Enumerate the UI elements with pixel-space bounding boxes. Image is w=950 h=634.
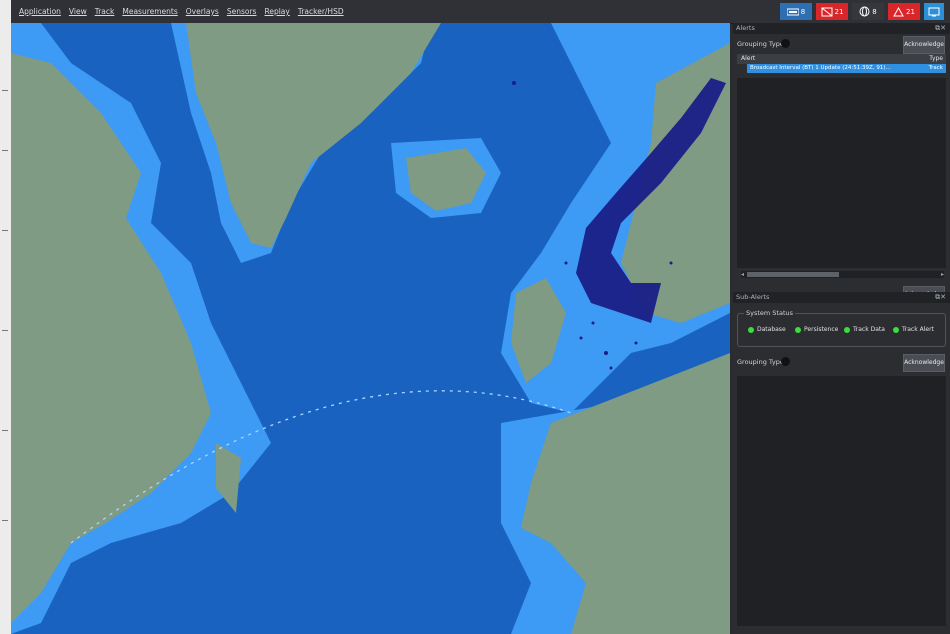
acknowledge-all-button[interactable]: Acknowledge [903, 354, 945, 372]
menu-application[interactable]: Application [19, 7, 61, 16]
menu-overlays[interactable]: Overlays [186, 7, 219, 16]
alerts-table-header: Alert Type [737, 54, 946, 64]
menu-sensors[interactable]: Sensors [227, 7, 257, 16]
signal-count: 8 [800, 7, 806, 16]
close-icon[interactable]: ⧉✕ [935, 292, 946, 303]
alerts-panel-header: Alerts ⧉✕ [733, 23, 950, 34]
left-edge-strip [0, 0, 11, 634]
alert-count: 21 [834, 7, 844, 16]
monitor-icon [928, 7, 940, 16]
warning-count: 21 [906, 7, 915, 16]
globe-status-button[interactable]: 8 [852, 3, 884, 20]
signal-icon [786, 8, 799, 16]
alert-row[interactable]: Broadcast Interval (BT) 1 Update (24:51:… [747, 64, 946, 73]
track-alert-indicator: Track Alert [893, 326, 934, 333]
system-status-box: System Status Database Persistence Track… [737, 309, 946, 347]
system-panel-header: Sub-Alerts ⧉✕ [733, 292, 950, 303]
alerts-table-body [737, 78, 946, 268]
map-view[interactable] [11, 23, 730, 634]
close-icon[interactable]: ⧉✕ [935, 23, 946, 34]
scroll-right-icon[interactable]: ▸ [941, 271, 944, 278]
menu-measurements[interactable]: Measurements [122, 7, 177, 16]
system-status-title: System Status [744, 309, 796, 317]
alert-row-text: Broadcast Interval (BT) 1 Update (24:51:… [750, 65, 891, 71]
indicator-label: Track Data [853, 326, 885, 333]
signal-status-button[interactable]: 8 [780, 3, 812, 20]
strip-tick [2, 520, 8, 521]
map-canvas[interactable] [11, 23, 730, 634]
alert-status-button[interactable]: 21 [816, 3, 848, 20]
status-led-icon [844, 326, 850, 333]
menu-track[interactable]: Track [95, 7, 115, 16]
strip-tick [2, 430, 8, 431]
menu-tracker-hsd[interactable]: Tracker/HSD [298, 7, 344, 16]
scroll-left-icon[interactable]: ◂ [741, 271, 744, 278]
globe-count: 8 [872, 7, 877, 16]
scrollbar-thumb[interactable] [747, 272, 839, 277]
strip-tick [2, 230, 8, 231]
status-led-icon [795, 326, 801, 333]
system-panel: Sub-Alerts ⧉✕ System Status Database Per… [733, 292, 950, 634]
indicator-label: Database [757, 326, 786, 333]
alert-column-header[interactable]: Alert [741, 55, 755, 62]
system-grouping-row: Grouping Type Acknowledge [733, 352, 950, 372]
database-indicator: Database [748, 326, 786, 333]
alert-row-type: Track [926, 64, 943, 73]
menu-replay[interactable]: Replay [264, 7, 289, 16]
track-data-indicator: Track Data [844, 326, 885, 333]
strip-tick [2, 150, 8, 151]
warning-status-button[interactable]: 21 [888, 3, 920, 20]
persistence-indicator: Persistence [795, 326, 838, 333]
system-panel-title: Sub-Alerts [736, 293, 770, 301]
grouping-type-toggle[interactable] [781, 39, 790, 48]
globe-icon [859, 6, 870, 17]
grouping-type-label: Grouping Type [737, 358, 784, 366]
strip-tick [2, 330, 8, 331]
alerts-panel: Alerts ⧉✕ Grouping Type Acknowledge Aler… [733, 23, 950, 304]
status-led-icon [893, 326, 899, 333]
strip-tick [2, 90, 8, 91]
monitor-status-button[interactable] [924, 3, 944, 20]
type-column-header[interactable]: Type [929, 54, 943, 64]
menu-bar: Application View Track Measurements Over… [11, 0, 950, 24]
grouping-type-label: Grouping Type [737, 40, 784, 48]
status-led-icon [748, 326, 754, 333]
status-indicators: 8 21 8 21 [780, 3, 944, 20]
system-alerts-list [737, 376, 946, 626]
menu-view[interactable]: View [69, 7, 87, 16]
indicator-label: Track Alert [902, 326, 934, 333]
indicator-label: Persistence [804, 326, 839, 333]
grouping-row: Grouping Type Acknowledge [733, 34, 950, 54]
alert-icon [821, 7, 833, 16]
horizontal-scrollbar[interactable]: ◂ ▸ [741, 271, 944, 278]
warning-icon [893, 6, 904, 16]
grouping-type-toggle[interactable] [781, 357, 790, 366]
alerts-panel-title: Alerts [736, 24, 755, 32]
acknowledge-all-button[interactable]: Acknowledge [903, 36, 945, 54]
